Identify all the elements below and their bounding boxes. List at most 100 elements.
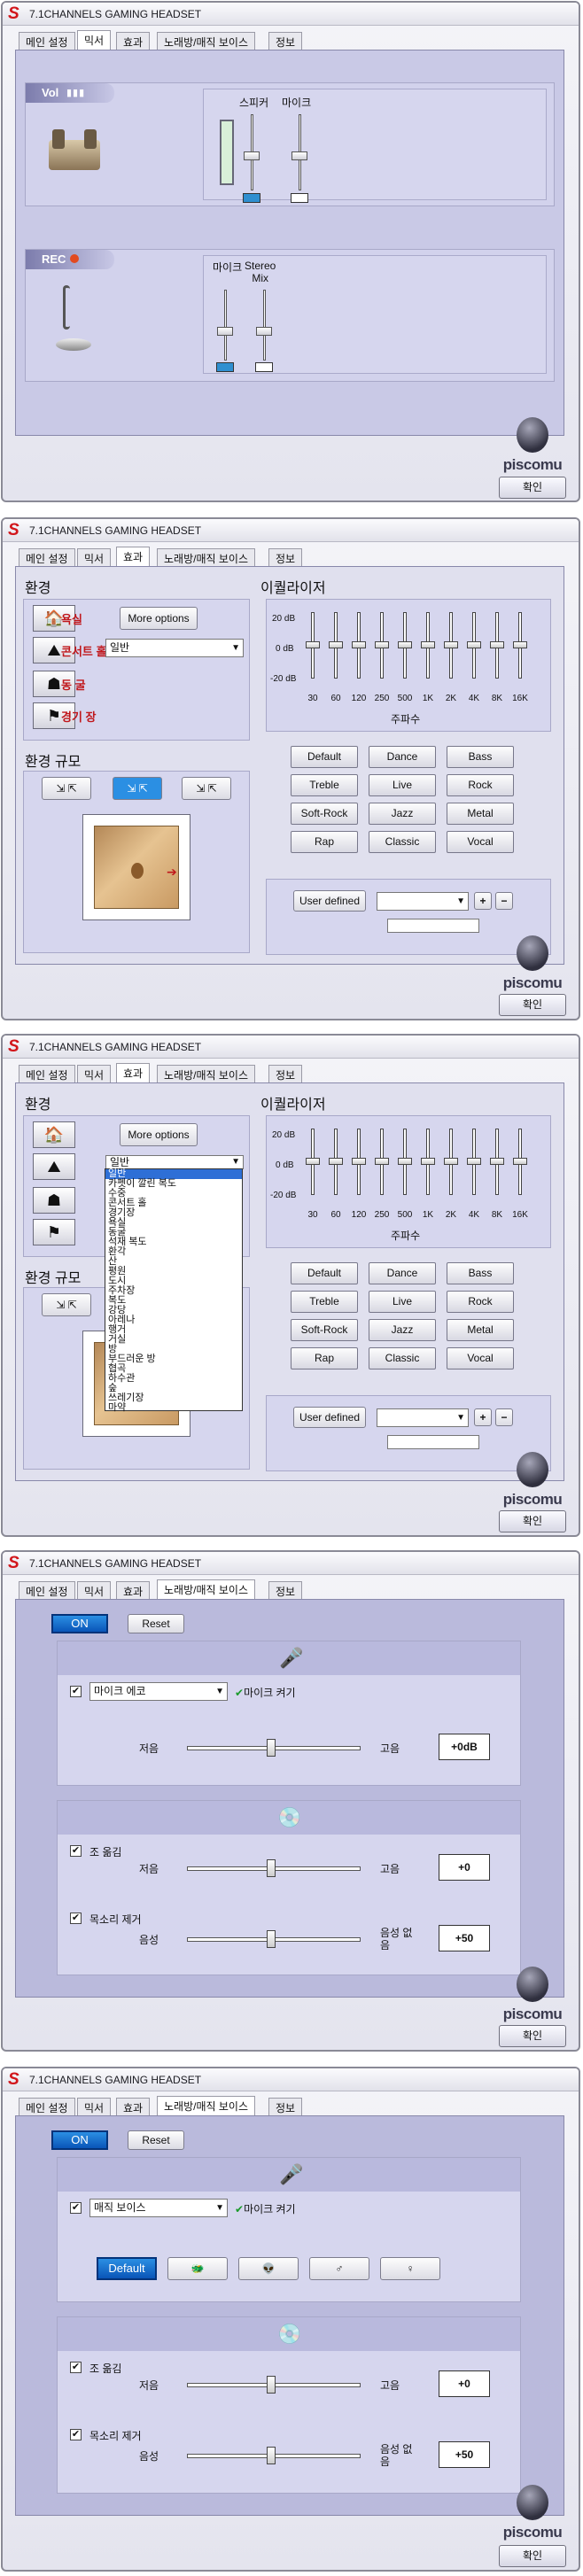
env-dropdown-option[interactable]: 산 bbox=[105, 1257, 242, 1267]
tab-mixer[interactable]: 믹서 bbox=[77, 1065, 112, 1082]
tab-main-settings[interactable]: 메인 설정 bbox=[19, 1581, 75, 1599]
preset-jazz-button[interactable]: Jazz bbox=[369, 1319, 436, 1341]
eq-fader-250[interactable] bbox=[375, 612, 389, 679]
key-adjust-checkbox[interactable]: ✔ bbox=[70, 2362, 82, 2373]
mic-effect-checkbox[interactable]: ✔ bbox=[70, 2202, 82, 2214]
vocal-slider[interactable] bbox=[187, 1930, 361, 1948]
on-toggle[interactable]: ON bbox=[51, 2130, 108, 2150]
eq-fader-30[interactable] bbox=[306, 1129, 320, 1195]
user-defined-button[interactable]: User defined bbox=[293, 1407, 366, 1428]
tab-mixer[interactable]: 믹서 bbox=[77, 548, 112, 566]
rec-stereo-mix-fader[interactable] bbox=[255, 290, 273, 361]
eq-fader-500[interactable] bbox=[398, 1129, 412, 1195]
preset-vocal-button[interactable]: Vocal bbox=[447, 831, 514, 853]
preset-rap-button[interactable]: Rap bbox=[291, 1347, 358, 1369]
mic-effect-checkbox[interactable]: ✔ bbox=[70, 1686, 82, 1697]
reset-button[interactable]: Reset bbox=[128, 2130, 184, 2150]
rec-mic-fader[interactable] bbox=[216, 290, 234, 361]
voice-alien-button[interactable]: 👽 bbox=[238, 2257, 299, 2280]
vocal-slider[interactable] bbox=[187, 2447, 361, 2464]
voice-male-button[interactable]: ♂ bbox=[309, 2257, 369, 2280]
key-slider[interactable] bbox=[187, 2376, 361, 2394]
eq-fader-4K[interactable] bbox=[467, 1129, 481, 1195]
env-concert-hall-button[interactable]: ⛰ bbox=[33, 1153, 75, 1180]
env-dropdown-option[interactable]: 행거 bbox=[105, 1325, 242, 1335]
more-options-button[interactable]: More options bbox=[120, 607, 198, 630]
ok-button[interactable]: 확인 bbox=[499, 994, 566, 1016]
preset-vocal-button[interactable]: Vocal bbox=[447, 1347, 514, 1369]
voice-monster-button[interactable]: 🐲 bbox=[167, 2257, 228, 2280]
eq-fader-1K[interactable] bbox=[421, 1129, 435, 1195]
tab-info[interactable]: 정보 bbox=[268, 32, 303, 50]
eq-fader-4K[interactable] bbox=[467, 612, 481, 679]
eq-fader-16K[interactable] bbox=[513, 1129, 527, 1195]
tab-info[interactable]: 정보 bbox=[268, 548, 303, 566]
preset-dance-button[interactable]: Dance bbox=[369, 746, 436, 768]
user-defined-button[interactable]: User defined bbox=[293, 890, 366, 912]
env-select[interactable]: 일반 ▼ bbox=[105, 1155, 244, 1169]
rec-stereo-mix-toggle[interactable] bbox=[255, 362, 273, 372]
echo-slider[interactable] bbox=[187, 1739, 361, 1757]
preset-live-button[interactable]: Live bbox=[369, 774, 436, 796]
preset-jazz-button[interactable]: Jazz bbox=[369, 803, 436, 825]
preset-dance-button[interactable]: Dance bbox=[369, 1262, 436, 1284]
env-bathroom-button[interactable]: 🏠 bbox=[33, 1121, 75, 1148]
vocal-cancel-checkbox[interactable]: ✔ bbox=[70, 1913, 82, 1924]
speaker-volume-fader[interactable] bbox=[243, 114, 260, 190]
ok-button[interactable]: 확인 bbox=[499, 2025, 566, 2047]
mic-volume-fader[interactable] bbox=[291, 114, 308, 190]
tab-effects[interactable]: 효과 bbox=[116, 32, 151, 50]
eq-fader-60[interactable] bbox=[329, 612, 343, 679]
preset-live-button[interactable]: Live bbox=[369, 1291, 436, 1313]
vocal-cancel-checkbox[interactable]: ✔ bbox=[70, 2429, 82, 2440]
eq-fader-250[interactable] bbox=[375, 1129, 389, 1195]
tab-mixer[interactable]: 믹서 bbox=[77, 30, 112, 50]
eq-fader-120[interactable] bbox=[352, 1129, 366, 1195]
preset-default-button[interactable]: Default bbox=[291, 746, 358, 768]
env-dropdown-option[interactable]: 석재 복도 bbox=[105, 1238, 242, 1247]
env-size-small-button[interactable]: ⇲ ⇱ bbox=[42, 777, 91, 800]
more-options-button[interactable]: More options bbox=[120, 1123, 198, 1146]
eq-fader-8K[interactable] bbox=[490, 612, 504, 679]
preset-treble-button[interactable]: Treble bbox=[291, 1291, 358, 1313]
tab-karaoke[interactable]: 노래방/매직 보이스 bbox=[157, 2096, 255, 2116]
env-dropdown-option[interactable]: 쓰레기장 bbox=[105, 1393, 242, 1403]
eq-fader-2K[interactable] bbox=[444, 1129, 458, 1195]
eq-fader-1K[interactable] bbox=[421, 612, 435, 679]
tab-karaoke[interactable]: 노래방/매직 보이스 bbox=[157, 32, 255, 50]
env-size-small-button[interactable]: ⇲ ⇱ bbox=[42, 1293, 91, 1316]
env-dropdown-option[interactable]: 하수관 bbox=[105, 1374, 242, 1384]
mic-effect-select[interactable]: 매직 보이스 ▼ bbox=[89, 2199, 228, 2217]
ok-button[interactable]: 확인 bbox=[499, 1510, 566, 1532]
env-dropdown-option[interactable]: 환각 bbox=[105, 1247, 242, 1257]
preset-bass-button[interactable]: Bass bbox=[447, 1262, 514, 1284]
voice-default-button[interactable]: Default bbox=[97, 2257, 157, 2280]
env-dropdown-option[interactable]: 욕실 bbox=[105, 1218, 242, 1228]
tab-mixer[interactable]: 믹서 bbox=[77, 1581, 112, 1599]
preset-bass-button[interactable]: Bass bbox=[447, 746, 514, 768]
user-preset-select[interactable]: ▼ bbox=[377, 1408, 469, 1427]
env-dropdown-option[interactable]: 거실 bbox=[105, 1335, 242, 1345]
env-dropdown-option[interactable]: 아레나 bbox=[105, 1315, 242, 1325]
tab-main-settings[interactable]: 메인 설정 bbox=[19, 2098, 75, 2115]
tab-info[interactable]: 정보 bbox=[268, 1581, 303, 1599]
preset-treble-button[interactable]: Treble bbox=[291, 774, 358, 796]
tab-info[interactable]: 정보 bbox=[268, 1065, 303, 1082]
key-adjust-checkbox[interactable]: ✔ bbox=[70, 1845, 82, 1857]
env-dropdown-option[interactable]: 마약 bbox=[105, 1403, 242, 1413]
mic-effect-select[interactable]: 마이크 에코 ▼ bbox=[89, 1682, 228, 1701]
tab-main-settings[interactable]: 메인 설정 bbox=[19, 548, 75, 566]
mic-mute-toggle[interactable] bbox=[291, 193, 308, 203]
env-dropdown-option[interactable]: 평원 bbox=[105, 1267, 242, 1276]
voice-female-button[interactable]: ♀ bbox=[380, 2257, 440, 2280]
eq-fader-8K[interactable] bbox=[490, 1129, 504, 1195]
env-cave-button[interactable]: ☗ bbox=[33, 1187, 75, 1214]
tab-info[interactable]: 정보 bbox=[268, 2098, 303, 2115]
preset-rap-button[interactable]: Rap bbox=[291, 831, 358, 853]
eq-fader-60[interactable] bbox=[329, 1129, 343, 1195]
preset-classic-button[interactable]: Classic bbox=[369, 831, 436, 853]
eq-fader-120[interactable] bbox=[352, 612, 366, 679]
preset-default-button[interactable]: Default bbox=[291, 1262, 358, 1284]
preset-classic-button[interactable]: Classic bbox=[369, 1347, 436, 1369]
env-dropdown-option[interactable]: 부드러운 방 bbox=[105, 1354, 242, 1364]
